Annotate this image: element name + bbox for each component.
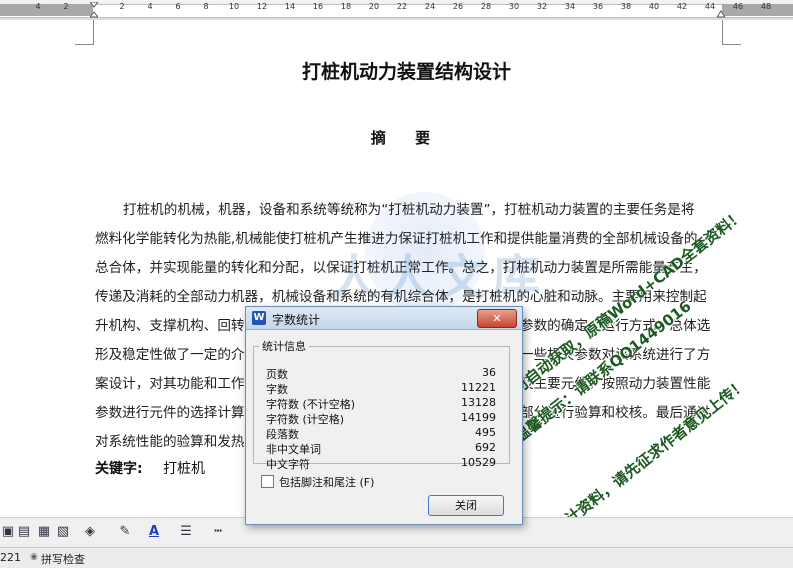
spell-check-icon: ◉ bbox=[30, 552, 38, 562]
ruler-tick-label: 26 bbox=[452, 2, 464, 11]
keywords-line: 关键字: 打桩机 bbox=[95, 458, 205, 478]
statistics-group-label: 统计信息 bbox=[262, 340, 306, 353]
document-title: 打桩机动力装置结构设计 bbox=[301, 61, 511, 83]
stat-label: 页数 bbox=[266, 368, 288, 381]
ruler-left-margin bbox=[0, 4, 93, 16]
ruler-tick-label: 14 bbox=[284, 2, 296, 11]
ruler-tick-label: 30 bbox=[508, 2, 520, 11]
font-color-icon[interactable]: A bbox=[146, 524, 162, 540]
keywords-value: 打桩机 bbox=[163, 461, 206, 477]
paragraph-line: 燃料化学能转化为热能,机械能使打桩机产生推进力保证打桩机工作和提供能量消费的全部… bbox=[95, 231, 698, 247]
keywords-label: 关键字: bbox=[95, 461, 143, 477]
line-style-icon[interactable]: ☰ bbox=[178, 524, 194, 540]
ruler-tick-label: 12 bbox=[256, 2, 268, 11]
stat-row: 段落数 495 bbox=[266, 426, 496, 442]
ruler-tick-label: 34 bbox=[564, 2, 576, 11]
margin-corner-left bbox=[75, 20, 94, 45]
status-word-count: 221 bbox=[0, 551, 21, 564]
abstract-heading: 摘 要 bbox=[370, 129, 443, 147]
include-footnotes-label[interactable]: 包括脚注和尾注 (F) bbox=[279, 474, 374, 490]
chart-image-icon[interactable]: ▦ bbox=[36, 524, 52, 540]
stat-value: 11221 bbox=[461, 381, 496, 394]
include-footnotes-checkbox[interactable] bbox=[261, 475, 274, 488]
close-button[interactable]: 关闭 bbox=[428, 495, 504, 516]
paragraph-line: 总合体，并实现能量的转化和分配，以保证打桩机正常工作。总之，打桩机动力装置是所需… bbox=[95, 260, 707, 276]
ruler-tick-label: 2 bbox=[63, 2, 69, 11]
dialog-title: 字数统计 bbox=[272, 313, 321, 327]
ruler-tick-label: 28 bbox=[480, 2, 492, 11]
stat-value: 13128 bbox=[461, 396, 496, 409]
dialog-titlebar[interactable]: W 字数统计 ✕ bbox=[246, 307, 522, 330]
stat-value: 14199 bbox=[461, 411, 496, 424]
stat-row: 字符数 (计空格) 14199 bbox=[266, 411, 496, 427]
ruler-tick-label: 10 bbox=[228, 2, 240, 11]
ruler-tick-label: 20 bbox=[368, 2, 380, 11]
stat-row: 字数 11221 bbox=[266, 381, 496, 397]
ruler-tick-label: 36 bbox=[592, 2, 604, 11]
close-icon[interactable]: ✕ bbox=[477, 309, 517, 328]
horizontal-ruler[interactable]: 4 2 2 4 6 8 10 12 14 16 18 20 22 24 26 28 30 32 34 36 38 40 42… bbox=[0, 0, 793, 21]
stat-label: 字符数 (计空格) bbox=[266, 413, 345, 426]
stat-label: 字符数 (不计空格) bbox=[266, 398, 356, 411]
left-indent-marker[interactable] bbox=[90, 2, 98, 18]
ruler-tick-label: 38 bbox=[620, 2, 632, 11]
ruler-tick-label: 22 bbox=[396, 2, 408, 11]
stat-label: 非中文单词 bbox=[266, 443, 321, 456]
ruler-tick-label: 32 bbox=[536, 2, 548, 11]
word-count-dialog: W 字数统计 ✕ 统计信息 页数 36 字数 11221 字符数 (不计空格) 13128… bbox=[245, 306, 523, 525]
ruler-tick-label: 4 bbox=[35, 2, 41, 11]
statistics-group: 统计信息 页数 36 字数 11221 字符数 (不计空格) 13128 字符数 (计空格)… bbox=[253, 338, 510, 471]
paragraph-line: 对系统性能的验算和发热 bbox=[95, 434, 245, 450]
paragraph-line: 案设计，对其功能和工作 bbox=[95, 376, 245, 392]
paragraph-line: 参数进行元件的选择计算 bbox=[95, 405, 245, 421]
ruler-tick-label: 6 bbox=[175, 2, 181, 11]
ruler-tick-label: 2 bbox=[119, 2, 125, 11]
picture-icon[interactable]: ▤ bbox=[16, 524, 32, 540]
stat-label: 段落数 bbox=[266, 428, 299, 441]
spell-check-button[interactable]: 拼写检查 bbox=[41, 551, 85, 567]
ruler-tick-label: 40 bbox=[648, 2, 660, 11]
ruler-tick-label: 8 bbox=[203, 2, 209, 11]
ruler-tick-label: 44 bbox=[704, 2, 716, 11]
stat-value: 10529 bbox=[461, 456, 496, 469]
stat-label: 中文字符 bbox=[266, 458, 310, 471]
ruler-tick-label: 4 bbox=[147, 2, 153, 11]
stat-value: 36 bbox=[482, 366, 496, 379]
shape-icon[interactable]: ▧ bbox=[55, 524, 71, 540]
fill-bucket-icon[interactable]: ◈ bbox=[82, 524, 98, 540]
margin-corner-right bbox=[722, 20, 741, 45]
ruler-tick-label: 46 bbox=[732, 2, 744, 11]
status-bar: 221 ◉ 拼写检查 bbox=[0, 547, 793, 568]
ruler-tick-label: 48 bbox=[760, 2, 772, 11]
line-color-icon[interactable]: ✎ bbox=[117, 524, 133, 540]
paragraph-line: 形及稳定性做了一定的介 bbox=[95, 347, 245, 363]
stat-label: 字数 bbox=[266, 383, 288, 396]
stat-row: 中文字符 10529 bbox=[266, 456, 496, 472]
stat-row: 非中文单词 692 bbox=[266, 441, 496, 457]
right-indent-marker[interactable] bbox=[717, 2, 725, 18]
stat-row: 页数 36 bbox=[266, 366, 496, 382]
dash-style-icon[interactable]: ┅ bbox=[210, 524, 226, 540]
ruler-tick-label: 18 bbox=[340, 2, 352, 11]
app-logo-icon: W bbox=[252, 311, 266, 325]
paragraph-line: 升机构、支撑机构、回转 bbox=[95, 318, 245, 334]
image-icon[interactable]: ▣ bbox=[0, 524, 16, 540]
stat-row: 字符数 (不计空格) 13128 bbox=[266, 396, 496, 412]
paragraph-line: 打桩机的机械，机器，设备和系统等统称为“打桩机动力装置”，打桩机动力装置的主要任… bbox=[123, 202, 695, 218]
stat-value: 692 bbox=[475, 441, 496, 454]
ruler-tick-label: 24 bbox=[424, 2, 436, 11]
stat-value: 495 bbox=[475, 426, 496, 439]
ruler-tick-label: 16 bbox=[312, 2, 324, 11]
ruler-tick-label: 42 bbox=[676, 2, 688, 11]
